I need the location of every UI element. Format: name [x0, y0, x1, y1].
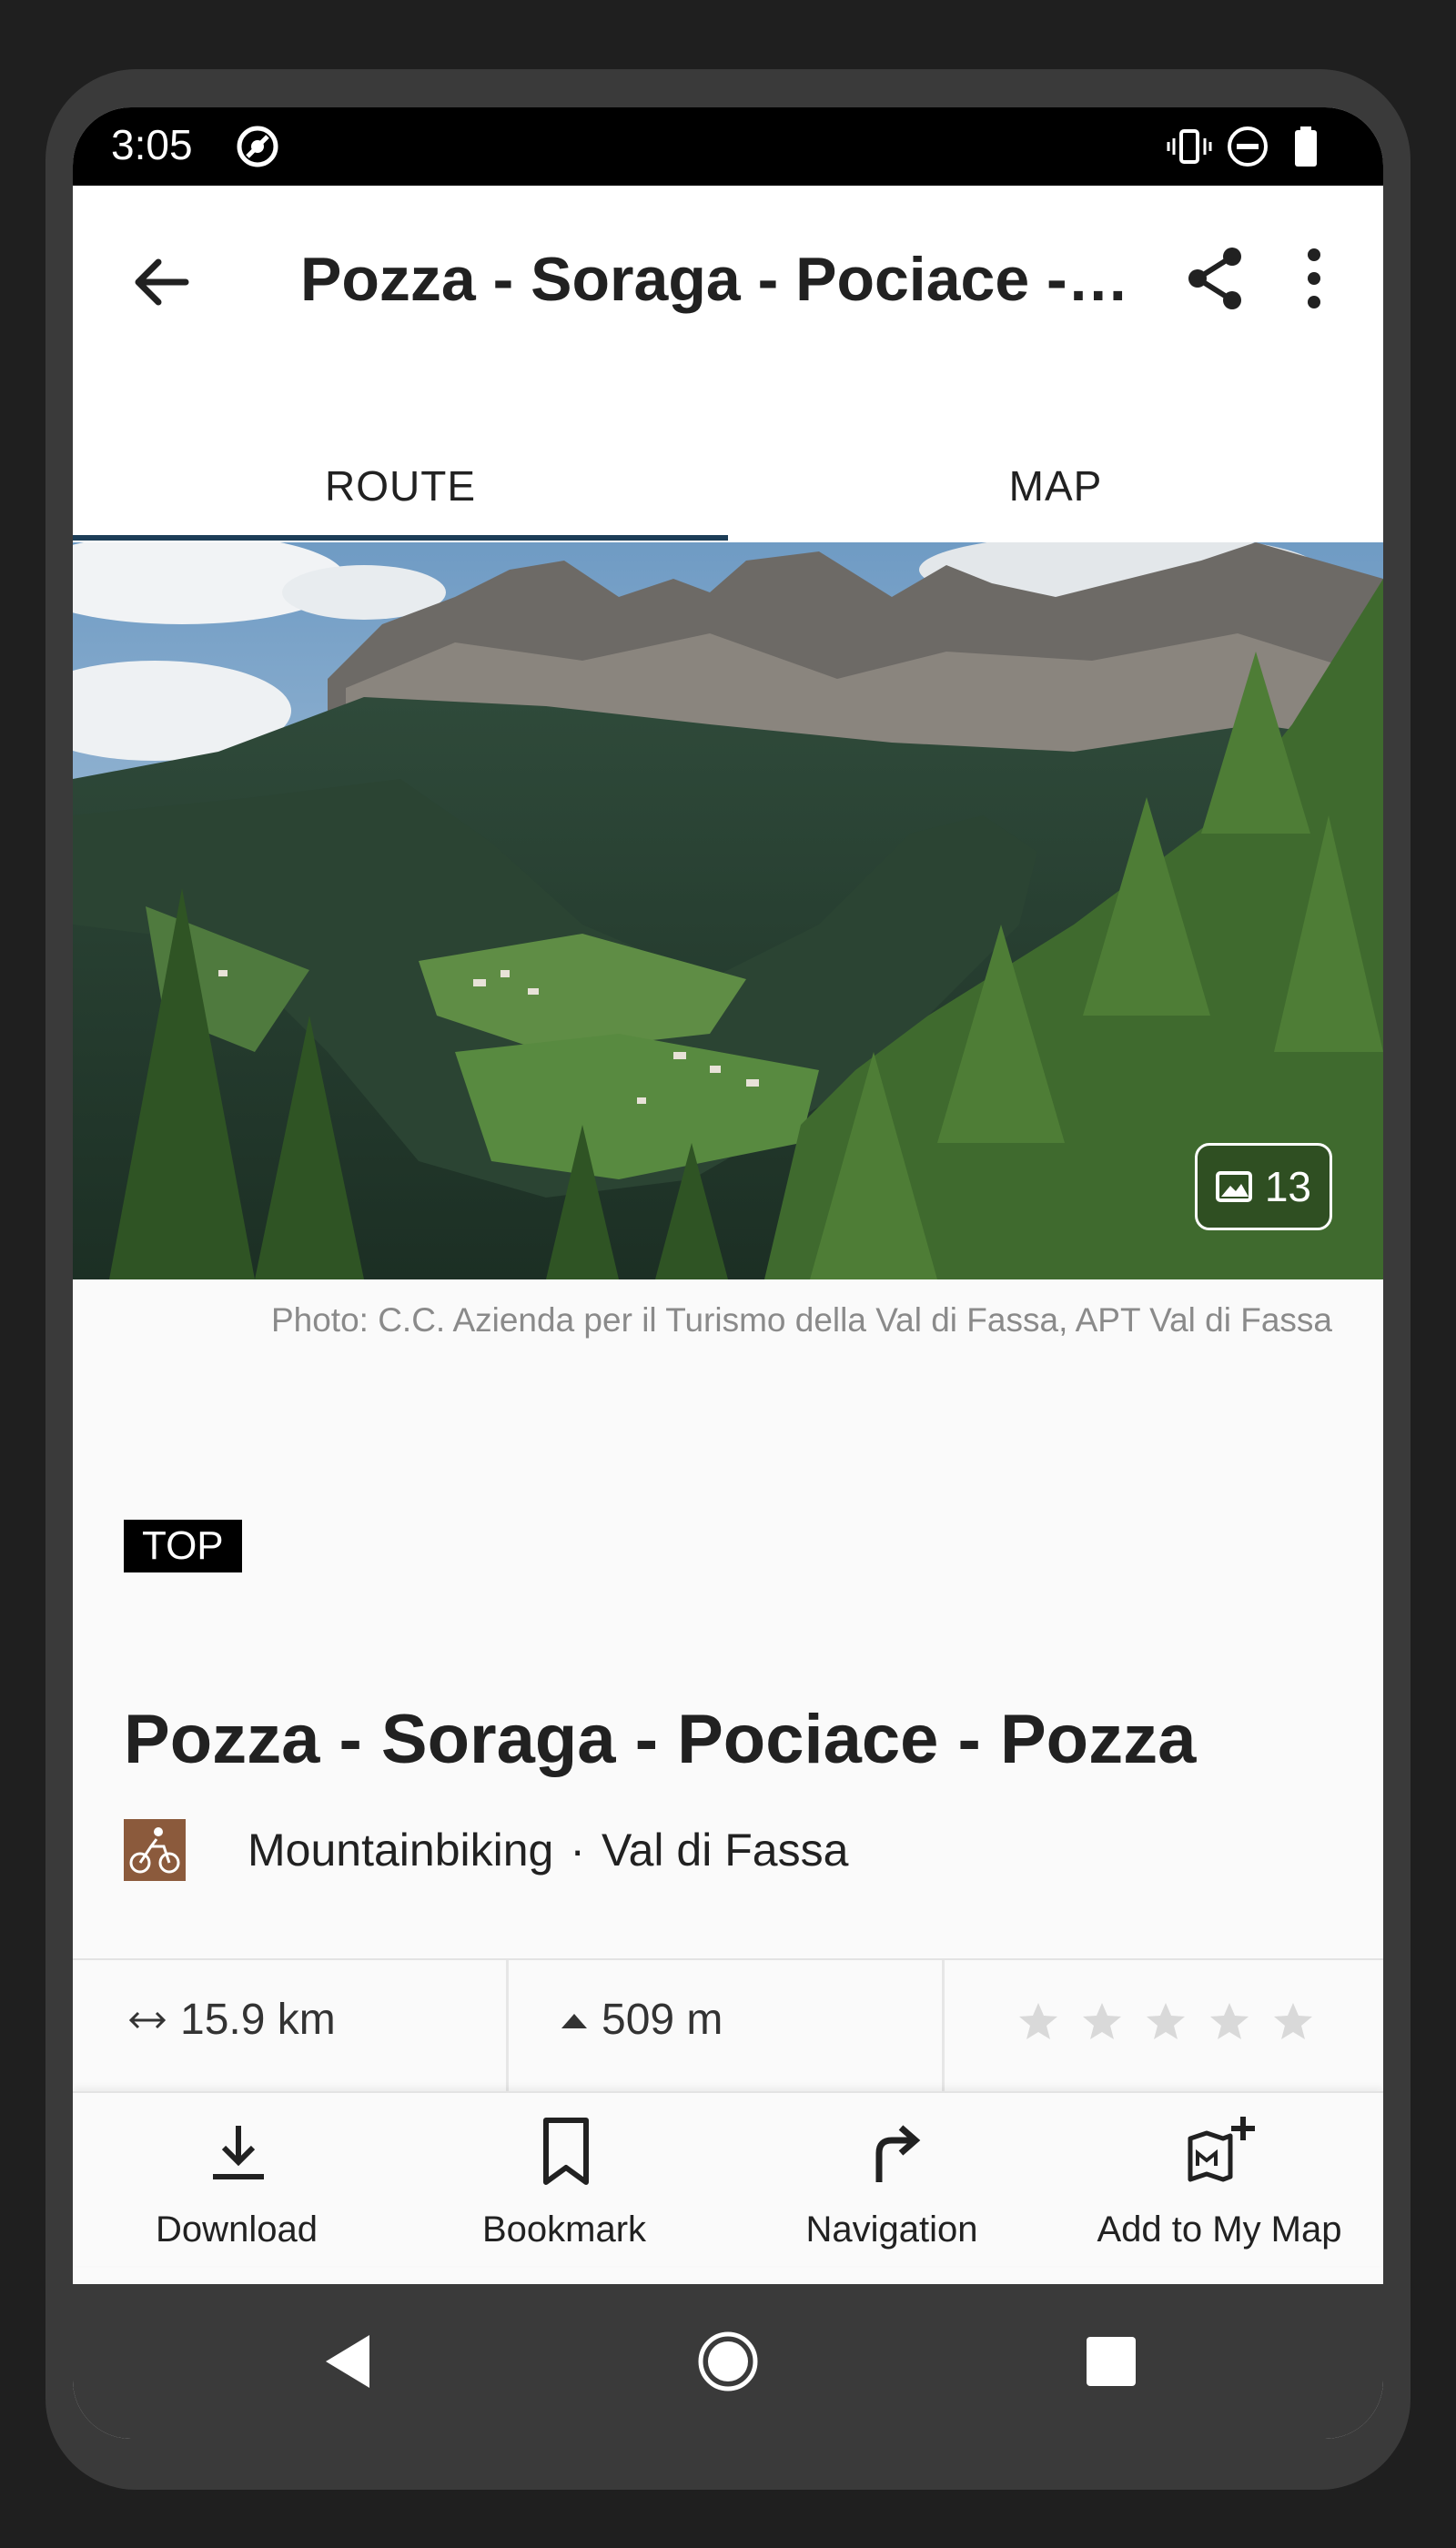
photo-count-badge[interactable]: 13	[1194, 1143, 1332, 1230]
back-arrow-icon[interactable]	[126, 246, 198, 318]
hero-photo[interactable]: 13	[73, 542, 1383, 1279]
system-nav-bar	[73, 2284, 1383, 2439]
more-vert-icon[interactable]	[1278, 242, 1350, 315]
status-time: 3:05	[111, 121, 193, 168]
app-bar: Pozza - Soraga - Pociace - Pozza	[73, 186, 1383, 386]
ascent-value: 509 m	[602, 1996, 723, 2044]
nav-recents-icon[interactable]	[1079, 2330, 1143, 2393]
screen: 3:05 Pozza - Soraga - Pociace - Pozza	[73, 107, 1383, 2439]
bookmark-icon	[543, 2118, 589, 2185]
do-not-disturb-icon	[1228, 126, 1268, 167]
stat-distance: 15.9 km	[73, 1960, 509, 2093]
action-bar: Download Bookmark Navigation Add to My M…	[73, 2091, 1383, 2266]
status-bar: 3:05	[73, 107, 1383, 186]
photo-credit: Photo: C.C. Azienda per il Turismo della…	[270, 1301, 1332, 1339]
sync-icon	[237, 126, 278, 167]
star-icon	[1210, 2003, 1249, 2039]
category-row: Mountainbiking · Val di Fassa	[124, 1818, 848, 1882]
download-label: Download	[156, 2209, 318, 2250]
stat-ascent: 509 m	[509, 1960, 945, 2093]
share-icon[interactable]	[1179, 242, 1252, 315]
battery-icon	[1295, 126, 1317, 167]
top-badge: TOP	[124, 1520, 242, 1572]
category-separator: ·	[570, 1825, 585, 1876]
tab-indicator	[73, 535, 728, 541]
star-icon	[1083, 2003, 1121, 2039]
navigation-button[interactable]: Navigation	[728, 2093, 1056, 2266]
download-icon	[213, 2126, 264, 2179]
download-button[interactable]: Download	[73, 2093, 400, 2266]
add-to-my-map-button[interactable]: Add to My Map	[1056, 2093, 1383, 2266]
star-icon	[1019, 2003, 1057, 2039]
mountainbike-icon	[124, 1819, 186, 1881]
vibrate-icon	[1167, 129, 1212, 164]
category-label: Mountainbiking	[248, 1825, 554, 1876]
page-title: Pozza - Soraga - Pociace - Pozza	[300, 245, 1138, 314]
distance-icon	[128, 2011, 167, 2028]
navigation-label: Navigation	[805, 2209, 978, 2250]
route-title: Pozza - Soraga - Pociace - Pozza	[124, 1701, 1197, 1778]
gallery-icon	[1215, 1171, 1252, 1202]
ascent-icon	[561, 2013, 587, 2028]
photo-count: 13	[1264, 1163, 1311, 1210]
rating-stars[interactable]	[1017, 2000, 1314, 2042]
bookmark-label: Bookmark	[481, 2209, 647, 2250]
distance-value: 15.9 km	[180, 1996, 336, 2044]
add-to-my-map-label: Add to My Map	[1097, 2209, 1342, 2250]
mountain-landscape-image	[73, 542, 1383, 1279]
region-label: Val di Fassa	[601, 1825, 849, 1876]
bookmark-button[interactable]: Bookmark	[400, 2093, 728, 2266]
add-to-map-icon	[1188, 2117, 1255, 2182]
nav-home-icon[interactable]	[696, 2330, 760, 2393]
route-stats: 15.9 km 509 m	[73, 1958, 1383, 2093]
star-icon	[1274, 2003, 1312, 2039]
star-icon	[1147, 2003, 1185, 2039]
turn-right-icon	[875, 2125, 921, 2182]
nav-back-icon[interactable]	[317, 2330, 380, 2393]
